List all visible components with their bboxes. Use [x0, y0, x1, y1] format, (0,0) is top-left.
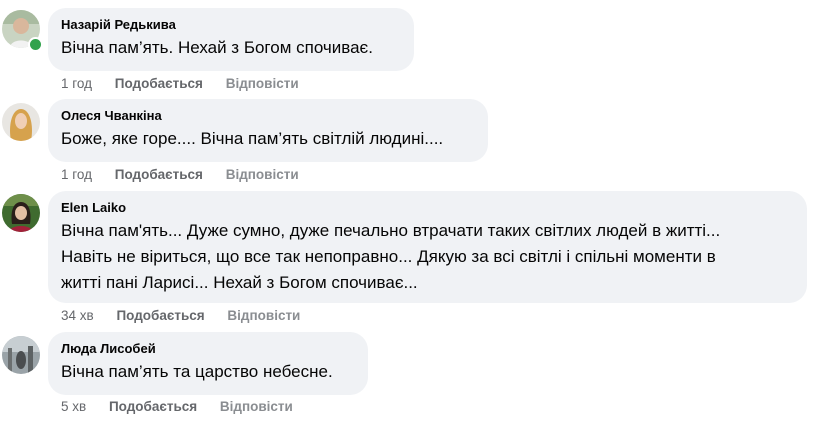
- comment-actions: 34 хв Подобається Відповісти: [61, 308, 300, 324]
- avatar[interactable]: [2, 336, 40, 374]
- comment-timestamp[interactable]: 1 год: [61, 76, 92, 92]
- comment-timestamp[interactable]: 34 хв: [61, 308, 94, 324]
- comment-bubble: Назарій Редькива Вічна пам’ять. Нехай з …: [48, 8, 414, 71]
- comment-actions: 1 год Подобається Відповісти: [61, 167, 299, 183]
- comment-bubble: Elen Laiko Вічна пам'ять... Дуже сумно, …: [48, 191, 807, 303]
- comment-timestamp[interactable]: 1 год: [61, 167, 92, 183]
- comment-text-line: Навіть не віриться, що все так непоправн…: [61, 247, 716, 266]
- comment-text: Боже, яке горе.... Вічна пам’ять світлій…: [61, 129, 444, 148]
- comment-author[interactable]: Люда Лисобей: [61, 341, 355, 357]
- comment-text: Вічна пам’ять. Нехай з Богом спочиває.: [61, 38, 373, 57]
- reply-button[interactable]: Відповісти: [227, 308, 300, 324]
- like-button[interactable]: Подобається: [109, 399, 197, 415]
- comment-bubble: Люда Лисобей Вічна пам’ять та царство не…: [48, 332, 368, 395]
- avatar[interactable]: [2, 103, 40, 141]
- like-button[interactable]: Подобається: [116, 308, 204, 324]
- reply-button[interactable]: Відповісти: [220, 399, 293, 415]
- comment-text: Вічна пам’ять та царство небесне.: [61, 362, 333, 381]
- comment-timestamp[interactable]: 5 хв: [61, 399, 86, 415]
- comment-bubble: Олеся Чванкіна Боже, яке горе.... Вічна …: [48, 99, 488, 162]
- online-status-indicator: [28, 37, 43, 52]
- comment-actions: 1 год Подобається Відповісти: [61, 76, 299, 92]
- reply-button[interactable]: Відповісти: [226, 76, 299, 92]
- avatar[interactable]: [2, 194, 40, 232]
- comment-author[interactable]: Elen Laiko: [61, 200, 794, 216]
- comment-author[interactable]: Назарій Редькива: [61, 17, 401, 33]
- comment-author[interactable]: Олеся Чванкіна: [61, 108, 475, 124]
- comment-actions: 5 хв Подобається Відповісти: [61, 399, 293, 415]
- comment-text-line: Вічна пам'ять... Дуже сумно, дуже печаль…: [61, 221, 721, 240]
- comment-text-line: житті пані Ларисі... Нехай з Богом спочи…: [61, 273, 418, 292]
- like-button[interactable]: Подобається: [115, 167, 203, 183]
- reply-button[interactable]: Відповісти: [226, 167, 299, 183]
- like-button[interactable]: Подобається: [115, 76, 203, 92]
